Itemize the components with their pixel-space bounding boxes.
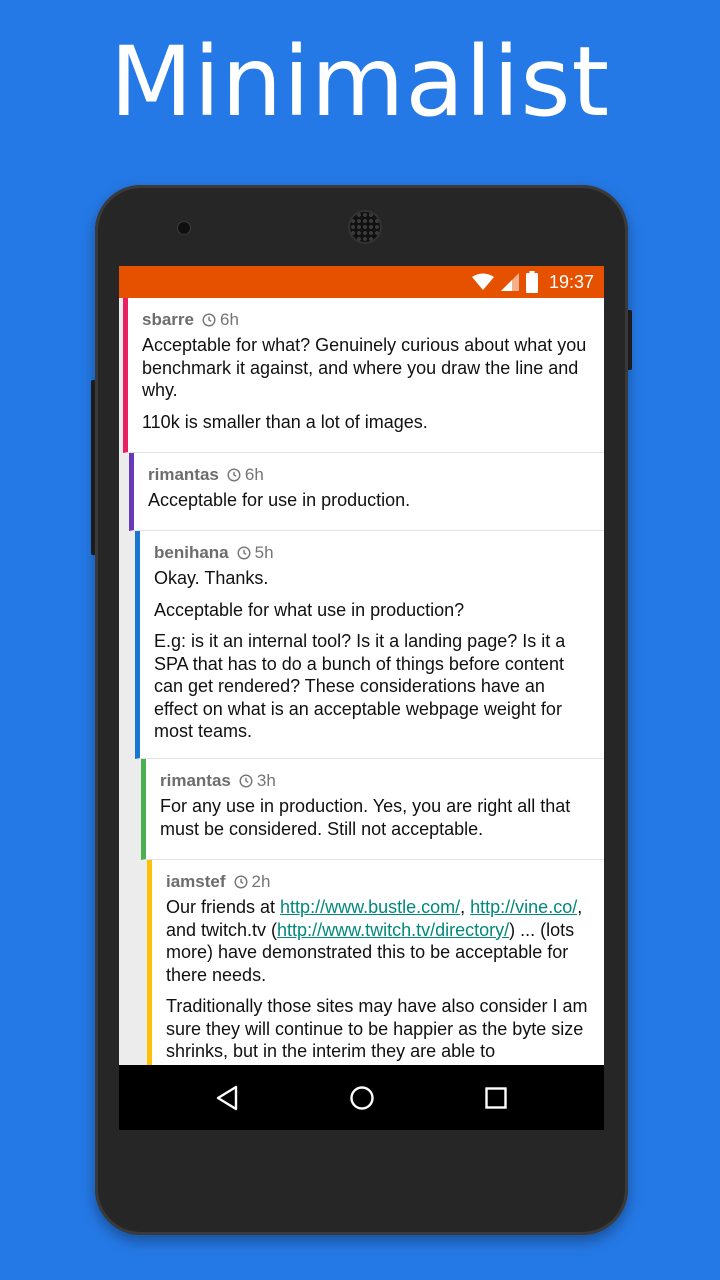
comment-text: Okay. Thanks.	[154, 568, 269, 588]
navigation-bar	[119, 1065, 604, 1130]
comment-author[interactable]: iamstef	[166, 872, 226, 892]
comment[interactable]: iamstef 2h Our friends at http://www.bus…	[147, 860, 604, 1065]
comment-age: 6h	[219, 310, 239, 329]
battery-icon	[525, 271, 538, 293]
comment-text: Acceptable for what use in production?	[154, 599, 465, 620]
clock-icon	[227, 468, 241, 482]
clock-icon	[234, 875, 248, 889]
home-icon	[350, 1086, 374, 1110]
phone-frame: 19:37 sbarre 6h Acceptable for what? Gen…	[91, 185, 632, 1235]
status-bar: 19:37	[119, 266, 604, 298]
clock-icon	[202, 313, 216, 327]
comment[interactable]: sbarre 6h Acceptable for what? Genuinely…	[123, 298, 604, 453]
comment-text: Acceptable for use in production.	[148, 490, 411, 510]
comment[interactable]: rimantas 3h For any use in production. Y…	[141, 759, 604, 860]
comment-text: For any use in production. Yes, you are …	[160, 796, 571, 839]
clock-icon	[239, 774, 253, 788]
earpiece-speaker	[348, 210, 382, 244]
front-camera	[177, 221, 191, 235]
clock-icon	[237, 546, 251, 560]
link-vine[interactable]: http://vine.co/	[470, 897, 577, 917]
wifi-icon	[471, 273, 494, 290]
volume-button	[628, 310, 632, 370]
link-twitch[interactable]: http://www.twitch.tv/directory/	[277, 920, 509, 940]
comment[interactable]: benihana 5h Okay. Thanks. Acceptable for…	[135, 531, 604, 759]
comment-author[interactable]: rimantas	[160, 771, 231, 791]
comment-text: Traditionally those sites may have also …	[166, 996, 588, 1061]
status-time: 19:37	[548, 272, 594, 292]
comment-author[interactable]: rimantas	[148, 465, 219, 485]
comment-text: 110k is smaller than a lot of images.	[142, 411, 428, 432]
text-span: ,	[460, 897, 471, 917]
comment-author[interactable]: benihana	[154, 543, 229, 563]
comment-age: 2h	[251, 872, 271, 891]
screen: 19:37 sbarre 6h Acceptable for what? Gen…	[119, 266, 604, 1130]
power-button	[91, 380, 95, 555]
home-button[interactable]	[345, 1081, 379, 1115]
comment-age: 6h	[244, 465, 264, 484]
link-bustle[interactable]: http://www.bustle.com/	[280, 897, 460, 917]
comment-author[interactable]: sbarre	[142, 310, 194, 330]
recents-button[interactable]	[479, 1081, 513, 1115]
comment-text: Our friends at http://www.bustle.com/, h…	[166, 896, 592, 986]
comment-age: 5h	[254, 543, 274, 562]
signal-icon	[500, 273, 519, 291]
comment[interactable]: rimantas 6h Acceptable for use in produc…	[129, 453, 604, 531]
back-icon	[216, 1085, 238, 1111]
comment-text: Acceptable for what? Genuinely curious a…	[142, 335, 587, 400]
comment-text: E.g: is it an internal tool? Is it a lan…	[154, 631, 566, 741]
text-span: Our friends at	[166, 897, 281, 917]
recents-icon	[485, 1087, 507, 1109]
headline: Minimalist	[109, 26, 611, 138]
comment-age: 3h	[256, 771, 276, 790]
comment-thread[interactable]: sbarre 6h Acceptable for what? Genuinely…	[119, 298, 604, 1065]
back-button[interactable]	[210, 1081, 244, 1115]
